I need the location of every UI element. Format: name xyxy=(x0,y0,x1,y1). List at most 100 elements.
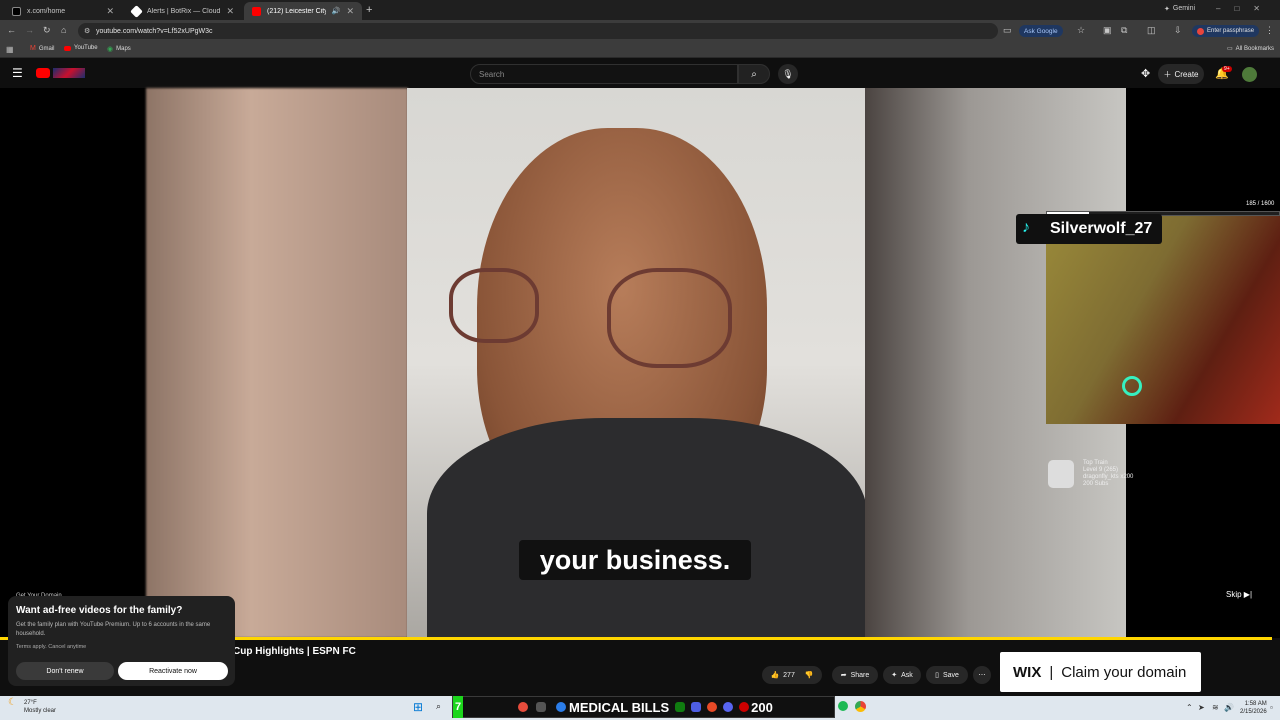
plus-icon: ＋ xyxy=(1163,69,1172,79)
top-train-widget: Top Train Level 9 (265) dragonfly_kts x2… xyxy=(1083,460,1193,490)
thumbs-down-icon[interactable]: 👎 xyxy=(805,671,814,679)
downloads-icon[interactable]: ⇩ xyxy=(1174,25,1182,36)
firefox-icon[interactable] xyxy=(707,702,718,712)
tray-chevron-icon[interactable]: ⌃ xyxy=(1186,703,1193,712)
weather-widget[interactable]: ☾ 27°F Mostly clear xyxy=(8,698,56,715)
share-button[interactable]: ➦ Share xyxy=(832,666,878,684)
ask-button[interactable]: ✦ Ask xyxy=(883,666,921,684)
teams-icon[interactable] xyxy=(691,702,702,712)
ask-label: Ask xyxy=(901,671,913,679)
cast-icon[interactable]: ▭ xyxy=(1003,25,1012,36)
spotify-icon[interactable] xyxy=(838,701,848,711)
close-tab-icon[interactable]: ✕ xyxy=(106,6,114,17)
save-button[interactable]: ▯ Save xyxy=(926,666,968,684)
dont-renew-button[interactable]: Don't renew xyxy=(16,662,114,680)
account-avatar[interactable] xyxy=(1242,67,1257,82)
tab-youtube-video[interactable]: (212) Leicester City vs. Sout 🔊 ✕ xyxy=(244,2,362,20)
close-tab-icon[interactable]: ✕ xyxy=(346,6,354,17)
location-icon[interactable]: ➤ xyxy=(1198,703,1205,712)
obs-icon[interactable] xyxy=(739,702,750,712)
discord-icon[interactable] xyxy=(723,702,734,712)
home-icon[interactable]: ⌂ xyxy=(61,25,66,35)
search-button[interactable]: ⌕ xyxy=(738,64,770,84)
wix-ad-banner[interactable]: WIX | Claim your domain xyxy=(1000,652,1201,692)
train-level: Level 9 (265) xyxy=(1083,467,1119,473)
create-button[interactable]: ＋ Create xyxy=(1158,64,1204,84)
apps-grid-icon[interactable]: ▦ xyxy=(6,45,14,54)
gemini-button[interactable]: ✦ Gemini xyxy=(1164,5,1195,13)
window-controls[interactable]: –□✕ xyxy=(1216,4,1274,13)
glasses-right-lens xyxy=(607,268,732,368)
edge-icon[interactable] xyxy=(556,702,566,712)
voice-search-button[interactable]: 🎙 xyxy=(778,64,798,84)
puzzle-icon[interactable]: ⧉ xyxy=(1121,25,1127,36)
search-input[interactable]: Search xyxy=(470,64,738,84)
hamburger-menu-icon[interactable]: ☰ xyxy=(12,66,23,80)
tab-x-home[interactable]: x.com/home ✕ xyxy=(4,2,122,20)
new-tab-button[interactable]: + xyxy=(366,4,372,16)
profile-passphrase-button[interactable]: Enter passphrase xyxy=(1192,25,1260,37)
tab-title: (212) Leicester City vs. Sout xyxy=(267,7,326,15)
botrix-icon xyxy=(130,4,143,18)
glow-object xyxy=(1122,376,1142,396)
bookmark-star-icon[interactable]: ☆ xyxy=(1077,25,1085,36)
youtube-logo-icon[interactable] xyxy=(36,68,50,78)
reactivate-now-button[interactable]: Reactivate now xyxy=(118,662,228,680)
thumbs-up-icon[interactable]: 👍 xyxy=(770,671,779,679)
username-label: Silverwolf_27 xyxy=(1050,220,1153,237)
chrome-icon[interactable] xyxy=(855,701,866,712)
promo-terms: Terms apply. Cancel anytime xyxy=(16,644,87,650)
promo-title: Want ad-free videos for the family? xyxy=(16,605,183,616)
bookmark-label: YouTube xyxy=(74,45,98,51)
sidepanel-icon[interactable]: ◫ xyxy=(1147,25,1156,36)
all-bookmarks-label: All Bookmarks xyxy=(1235,45,1275,52)
maps-icon: ◉ xyxy=(107,46,114,53)
tab-botrix[interactable]: Alerts | BotRix — Cloud Stream ✕ xyxy=(124,2,242,20)
promo-text: Get the family plan with YouTube Premium… xyxy=(16,622,211,637)
medical-bills-label: MEDICAL BILLS xyxy=(569,699,670,715)
bookmark-maps[interactable]: ◉ Maps xyxy=(107,45,131,53)
bookmark-youtube[interactable]: YouTube xyxy=(64,45,98,51)
create-label: Create xyxy=(1174,69,1199,79)
cast-studio-icon[interactable]: ✥ xyxy=(1141,67,1150,80)
windows-start-icon[interactable]: ⊞ xyxy=(413,700,423,714)
video-title: Cup Highlights | ESPN FC xyxy=(233,646,356,657)
taskbar-search-icon[interactable]: ⌕ xyxy=(436,701,441,712)
more-actions-button[interactable]: ⋯ xyxy=(973,666,991,684)
share-icon: ➦ xyxy=(840,672,847,679)
file-explorer-icon[interactable] xyxy=(536,702,546,712)
volume-icon[interactable]: 🔊 xyxy=(1224,703,1234,712)
ask-google-button[interactable]: Ask Google xyxy=(1019,25,1063,37)
notification-center-icon[interactable]: ▫ xyxy=(1270,703,1273,712)
taskbar-app-icon[interactable] xyxy=(518,702,528,712)
taskbar-clock[interactable]: 1:58 AM 2/15/2026 xyxy=(1240,700,1267,716)
back-icon[interactable]: ← xyxy=(7,25,16,35)
address-bar[interactable]: youtube.com/watch?v=Lf52xUPgW3c xyxy=(78,23,998,39)
xbox-icon[interactable] xyxy=(675,702,686,712)
video-caption: your business. xyxy=(519,540,751,580)
tiktok-username-badge: ♪ Silverwolf_27 xyxy=(1016,214,1162,244)
youtube-doodle-logo[interactable] xyxy=(53,68,85,78)
close-tab-icon[interactable]: ✕ xyxy=(226,6,234,17)
x-icon xyxy=(12,6,21,16)
search-placeholder: Search xyxy=(479,69,505,79)
train-subs: 200 Subs xyxy=(1083,481,1109,487)
microphone-icon: 🎙 xyxy=(782,68,794,79)
site-info-icon[interactable]: ⚙ xyxy=(84,27,90,35)
reload-icon[interactable]: ↻ xyxy=(43,25,51,36)
extension-icon[interactable]: ▣ xyxy=(1103,25,1112,36)
like-count: 277 xyxy=(783,671,795,679)
menu-kebab-icon[interactable]: ⋮ xyxy=(1265,25,1274,36)
like-dislike-group[interactable]: 👍 277 👎 xyxy=(762,666,822,684)
folder-icon: ▭ xyxy=(1227,46,1233,52)
all-bookmarks[interactable]: ▭ All Bookmarks xyxy=(1227,45,1275,53)
bookmark-gmail[interactable]: M Gmail xyxy=(30,45,55,52)
passphrase-label: Enter passphrase xyxy=(1207,28,1255,34)
gmail-icon: M xyxy=(30,45,36,52)
wifi-icon[interactable]: ≋ xyxy=(1212,703,1219,712)
skip-button[interactable]: Skip ▶| xyxy=(1226,590,1252,599)
medical-bills-overlay: 7 MEDICAL BILLS 200 xyxy=(452,696,835,718)
forward-icon[interactable]: → xyxy=(25,25,34,35)
sparkle-icon: ✦ xyxy=(891,672,898,679)
speaker-icon[interactable]: 🔊 xyxy=(332,7,341,15)
